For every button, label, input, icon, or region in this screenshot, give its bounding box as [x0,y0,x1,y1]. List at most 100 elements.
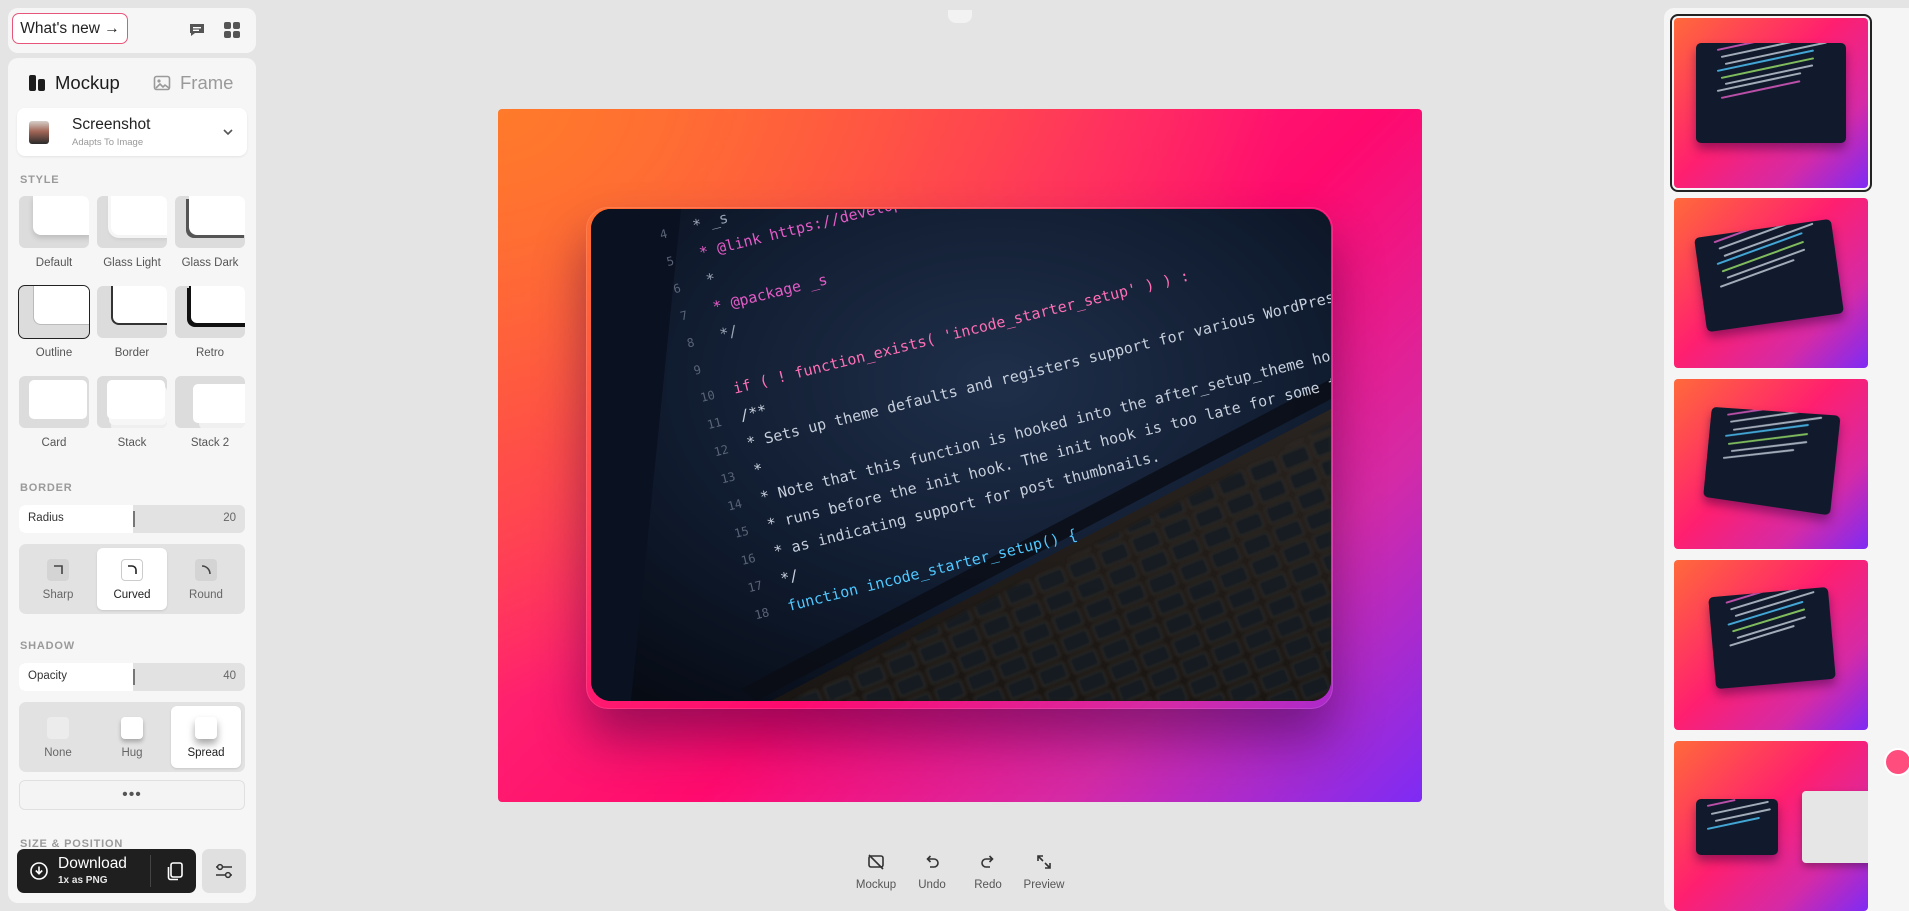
preset-screenshot [1703,406,1841,516]
style-label: Stack [117,437,147,449]
corner-sharp-option[interactable]: Sharp [23,548,93,610]
style-stack-2[interactable] [175,376,245,428]
style-section-label: STYLE [20,174,60,186]
copy-icon[interactable] [164,860,186,882]
corner-curved-option[interactable]: Curved [97,548,167,610]
mini-code-line [1725,589,1767,604]
radius-value: 20 [223,512,236,524]
style-label: Stack 2 [190,437,230,449]
shadow-hug-option[interactable]: Hug [97,706,167,768]
toolbar-mockup-button[interactable]: Mockup [848,850,904,898]
corner-round-icon [195,559,217,581]
adjustments-button[interactable] [202,849,246,893]
preset-thumbnail-split[interactable] [1674,741,1868,911]
toolbar-label: Mockup [855,879,897,891]
toolbar-preview-button[interactable]: Preview [1016,850,1072,898]
border-section-label: BORDER [20,482,73,494]
style-label: Default [35,257,73,269]
opacity-slider[interactable]: Opacity 40 [19,663,245,691]
style-border[interactable] [97,286,167,338]
shadow-section-label: SHADOW [20,640,75,652]
style-label: Glass Dark [181,257,239,269]
panel-handle[interactable] [948,10,972,23]
feedback-badge[interactable] [1884,748,1909,776]
style-label: Card [41,437,67,449]
opacity-label: Opacity [28,670,67,682]
tab-mockup-label: Mockup [55,72,120,93]
preset-screenshot [1696,799,1778,855]
corner-sharp-label: Sharp [42,589,74,601]
whats-new-button[interactable]: What's new → [12,13,128,44]
top-bar: What's new → [8,8,256,53]
preset-thumbnail-tilt-right[interactable] [1674,379,1868,549]
opacity-value: 40 [223,670,236,682]
toolbar-redo-button[interactable]: Redo [960,850,1016,898]
corner-curved-label: Curved [113,589,151,601]
radius-slider[interactable]: Radius 20 [19,505,245,533]
shadow-style-group: None Hug Spread [19,702,245,772]
download-label: Download [58,855,127,872]
expand-icon [1037,855,1051,869]
style-glass-light[interactable] [97,196,167,248]
style-card[interactable] [19,376,89,428]
toolbar-label: Undo [918,879,946,891]
device-select[interactable]: Screenshot Adapts To Image [17,108,247,156]
corner-round-label: Round [189,589,223,601]
toolbar-label: Redo [974,879,1002,891]
corner-style-group: Sharp Curved Round [19,544,245,614]
shadow-hug-label: Hug [121,747,143,759]
toolbar-undo-button[interactable]: Undo [904,850,960,898]
slider-thumb[interactable] [133,511,135,527]
divider [150,855,151,887]
mockup-off-icon [868,854,884,870]
chevron-down-icon [223,129,233,136]
corner-curved-icon [121,559,143,581]
tab-mockup[interactable]: Mockup [28,68,120,98]
download-button[interactable]: Download 1x as PNG [17,849,196,893]
style-label: Outline [35,347,73,359]
undo-icon [926,855,939,868]
preset-thumbnail-flat[interactable] [1670,14,1872,192]
radius-label: Radius [28,512,64,524]
mini-code-line [1720,258,1795,288]
shadow-spread-icon [195,717,217,739]
mini-code-line [1727,407,1771,416]
slider-thumb[interactable] [133,669,135,685]
preset-screenshot [1708,586,1836,690]
corner-round-option[interactable]: Round [171,548,241,610]
preset-thumbnail-tilt-left[interactable] [1674,198,1868,368]
layout-presets-rail [1664,8,1909,911]
tab-frame[interactable]: Frame [153,68,233,98]
shadow-spread-option[interactable]: Spread [171,706,241,768]
shadow-none-option[interactable]: None [23,706,93,768]
mockup-screenshot[interactable]: 4 * _s5 * @link https://developer.wordpr… [591,209,1331,701]
sliders-icon [216,863,232,879]
corner-sharp-icon [47,559,69,581]
download-icon [30,862,48,880]
style-label: Glass Light [103,257,161,269]
shadow-hug-icon [121,717,143,739]
mockup-icon [29,75,45,91]
device-subtitle: Adapts To Image [72,137,144,148]
shadow-none-icon [47,717,69,739]
mockup-canvas: 4 * _s5 * @link https://developer.wordpr… [498,109,1422,802]
toolbar-label: Preview [1023,879,1065,891]
shadow-none-label: None [44,747,72,759]
more-options-button[interactable]: ••• [19,780,245,810]
download-format: 1x as PNG [58,875,108,886]
redo-icon [981,855,994,868]
device-name: Screenshot [72,116,151,133]
apps-grid-icon[interactable] [222,20,242,40]
preset-thumbnail-tilt-small[interactable] [1674,560,1868,730]
style-default[interactable] [19,196,89,248]
style-stack[interactable] [97,376,167,428]
preset-screenshot [1696,43,1846,143]
chat-icon[interactable] [187,20,207,40]
tab-frame-label: Frame [180,72,234,93]
style-outline[interactable] [18,285,90,339]
style-glass-dark[interactable] [175,196,245,248]
device-thumbnail [29,121,49,144]
settings-panel: Mockup Frame Screenshot Adapts To Image … [8,58,256,903]
style-retro[interactable] [175,286,245,338]
preset-placeholder [1802,791,1868,863]
